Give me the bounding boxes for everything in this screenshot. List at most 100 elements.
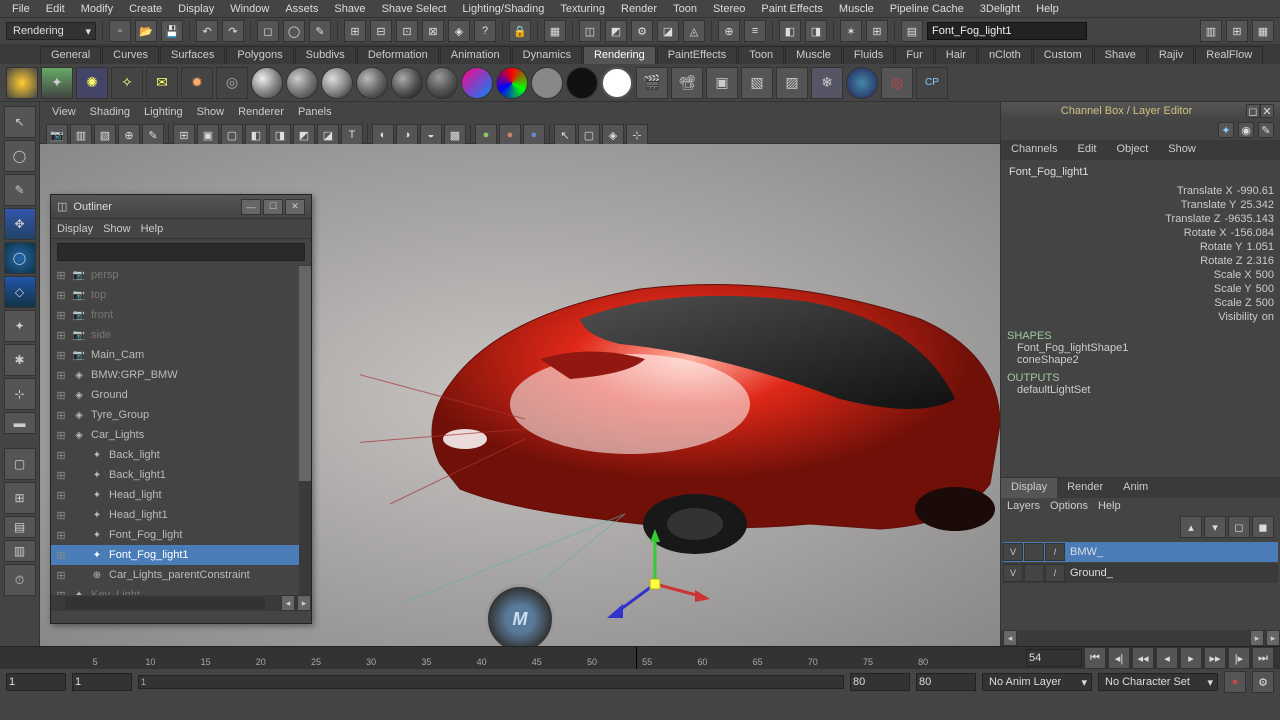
- outliner-menu-help[interactable]: Help: [141, 223, 164, 235]
- snap-grid-icon[interactable]: ⊞: [344, 20, 366, 42]
- use-bg-icon[interactable]: [531, 67, 563, 99]
- range-slider[interactable]: 1: [138, 675, 844, 689]
- render-globals-icon[interactable]: ◩: [605, 20, 627, 42]
- current-time-field[interactable]: [1026, 649, 1082, 667]
- surface-shader-icon[interactable]: [496, 67, 528, 99]
- step-back-key-icon[interactable]: ◂◂: [1132, 647, 1154, 669]
- cam-icon[interactable]: 📷: [46, 124, 68, 146]
- outliner-window[interactable]: ◫ Outliner — ☐ ✕ DisplayShowHelp ⊞📷persp…: [50, 194, 312, 624]
- grid-icon[interactable]: ⊞: [173, 124, 195, 146]
- attr-translatex[interactable]: Translate X-990.61: [1007, 184, 1274, 198]
- shape-coneshape2[interactable]: coneShape2: [1007, 354, 1274, 366]
- shelf-tab-custom[interactable]: Custom: [1033, 46, 1093, 64]
- go-start-icon[interactable]: ⏮: [1084, 647, 1106, 669]
- batch-render-icon[interactable]: ▨: [776, 67, 808, 99]
- menu-delight[interactable]: 3Delight: [972, 1, 1028, 17]
- lambert-icon[interactable]: [286, 67, 318, 99]
- safe-action-icon[interactable]: ◩: [293, 124, 315, 146]
- anim-layer-dropdown[interactable]: No Anim Layer: [982, 673, 1092, 691]
- open-icon[interactable]: 📂: [135, 20, 157, 42]
- viewmenu-renderer[interactable]: Renderer: [232, 105, 290, 119]
- field-chart-icon[interactable]: ◨: [269, 124, 291, 146]
- tool-settings-icon[interactable]: ⊞: [1226, 20, 1248, 42]
- autokey-icon[interactable]: ●: [1224, 671, 1246, 693]
- wireframe-icon[interactable]: T: [341, 124, 363, 146]
- anisotropic-icon[interactable]: [391, 67, 423, 99]
- shaded-icon[interactable]: ◐: [372, 124, 394, 146]
- shadows-icon[interactable]: ▩: [444, 124, 466, 146]
- layer-new-empty-icon[interactable]: ◻: [1228, 516, 1250, 538]
- soft-tool[interactable]: ✱: [4, 344, 36, 376]
- sun-light-icon[interactable]: [6, 67, 38, 99]
- outliner-item-keylight[interactable]: ⊞✦Key_Light: [51, 585, 311, 595]
- shelf-tab-painteffects[interactable]: PaintEffects: [657, 46, 738, 64]
- lights-icon[interactable]: ◒: [420, 124, 442, 146]
- minimize-button[interactable]: —: [241, 199, 261, 215]
- blinn-icon[interactable]: [251, 67, 283, 99]
- shelf-tab-fur[interactable]: Fur: [895, 46, 934, 64]
- hair-tube-icon[interactable]: [601, 67, 633, 99]
- attr-translatez[interactable]: Translate Z-9635.143: [1007, 212, 1274, 226]
- outliner-titlebar[interactable]: ◫ Outliner — ☐ ✕: [51, 195, 311, 219]
- layer-menu-options[interactable]: Options: [1050, 500, 1088, 512]
- manip-toggle-icon[interactable]: ✦: [1218, 122, 1234, 138]
- menu-modify[interactable]: Modify: [73, 1, 121, 17]
- isolate-icon[interactable]: ●: [475, 124, 497, 146]
- outliner-item-maincam[interactable]: ⊞📷Main_Cam: [51, 345, 311, 365]
- output-defaultlightset[interactable]: defaultLightSet: [1007, 384, 1274, 396]
- freeze-icon[interactable]: ❄: [811, 67, 843, 99]
- layer-bmw[interactable]: V/BMW_: [1003, 542, 1278, 562]
- shelf-tab-toon[interactable]: Toon: [738, 46, 784, 64]
- light-linking-icon[interactable]: ◬: [683, 20, 705, 42]
- shading-map-icon[interactable]: [566, 67, 598, 99]
- attr-translatey[interactable]: Translate Y25.342: [1007, 198, 1274, 212]
- close-button[interactable]: ✕: [285, 199, 305, 215]
- snap-curve-icon[interactable]: ⊟: [370, 20, 392, 42]
- point-light-icon[interactable]: ✧: [111, 67, 143, 99]
- menu-pipelinecache[interactable]: Pipeline Cache: [882, 1, 972, 17]
- new-icon[interactable]: ▫: [109, 20, 131, 42]
- shelf-tab-polygons[interactable]: Polygons: [226, 46, 293, 64]
- grease-icon[interactable]: ✎: [142, 124, 164, 146]
- step-back-frame-icon[interactable]: ◂|: [1108, 647, 1130, 669]
- layout2-icon[interactable]: ▥: [4, 540, 36, 562]
- component-icon[interactable]: ✶: [840, 20, 862, 42]
- shelf-tab-ncloth[interactable]: nCloth: [978, 46, 1032, 64]
- layer-scroll-right-icon[interactable]: ▸: [1250, 630, 1264, 646]
- current-time-indicator[interactable]: [636, 647, 637, 669]
- ipr-render-icon[interactable]: 📽: [671, 67, 703, 99]
- shelf-tab-subdivs[interactable]: Subdivs: [295, 46, 356, 64]
- spot-light-icon[interactable]: ✉: [146, 67, 178, 99]
- menu-create[interactable]: Create: [121, 1, 170, 17]
- cb-tab-channels[interactable]: Channels: [1001, 140, 1067, 160]
- res-gate-icon[interactable]: ▢: [221, 124, 243, 146]
- shelf-tab-curves[interactable]: Curves: [102, 46, 159, 64]
- outliner-item-top[interactable]: ⊞📷top: [51, 285, 311, 305]
- shelf-tab-animation[interactable]: Animation: [440, 46, 511, 64]
- outliner-menu-show[interactable]: Show: [103, 223, 131, 235]
- outliner-search[interactable]: [57, 243, 305, 261]
- speed-icon[interactable]: ◉: [1238, 122, 1254, 138]
- outliner-item-headlight1[interactable]: ⊞✦Head_light1: [51, 505, 311, 525]
- maximize-button[interactable]: ☐: [263, 199, 283, 215]
- snap-point-icon[interactable]: ⊡: [396, 20, 418, 42]
- single-pane-icon[interactable]: ▢: [4, 448, 36, 480]
- shelf-tab-hair[interactable]: Hair: [935, 46, 977, 64]
- selected-object-name[interactable]: Font_Fog_light1: [1007, 164, 1274, 180]
- ramp-icon[interactable]: [426, 67, 458, 99]
- layer-move-down-icon[interactable]: ▾: [1204, 516, 1226, 538]
- attr-scalez[interactable]: Scale Z500: [1007, 296, 1274, 310]
- character-set-dropdown[interactable]: No Character Set: [1098, 673, 1218, 691]
- four-pane-icon[interactable]: ⊞: [4, 482, 36, 514]
- layer-scroll-end-icon[interactable]: ▸: [1266, 630, 1280, 646]
- hypershade-icon[interactable]: ◪: [657, 20, 679, 42]
- outliner-item-tyregroup[interactable]: ⊞◈Tyre_Group: [51, 405, 311, 425]
- mode-dropdown[interactable]: Rendering: [6, 22, 96, 40]
- select-tool[interactable]: ↖: [4, 106, 36, 138]
- playback-start-field[interactable]: [72, 673, 132, 691]
- outliner-item-backlight1[interactable]: ⊞✦Back_light1: [51, 465, 311, 485]
- scale-tool[interactable]: ◇: [4, 276, 36, 308]
- rotate-tool[interactable]: ◯: [4, 242, 36, 274]
- list-icon[interactable]: ≡: [744, 20, 766, 42]
- layer-tab-anim[interactable]: Anim: [1113, 478, 1158, 498]
